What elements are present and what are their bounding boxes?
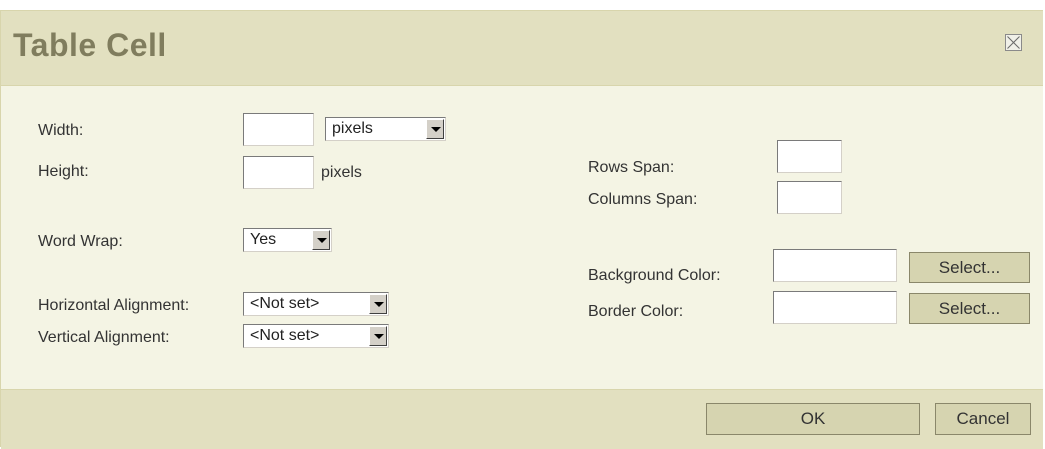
border-color-input[interactable] — [773, 291, 897, 324]
word-wrap-label: Word Wrap: — [38, 233, 123, 250]
border-color-select-button[interactable]: Select... — [909, 293, 1030, 324]
width-unit-select[interactable]: pixels — [325, 117, 446, 141]
ok-button[interactable]: OK — [706, 403, 920, 435]
chevron-down-icon — [369, 326, 387, 346]
close-icon[interactable] — [1005, 34, 1022, 51]
background-color-label: Background Color: — [588, 267, 721, 284]
chevron-down-icon — [312, 230, 330, 250]
height-label: Height: — [38, 163, 89, 180]
vertical-alignment-label: Vertical Alignment: — [38, 329, 170, 346]
dialog-title: Table Cell — [13, 27, 167, 63]
table-cell-dialog: Table Cell Width: pixels Height: pixels … — [0, 10, 1043, 449]
vertical-alignment-value: <Not set> — [250, 327, 320, 344]
word-wrap-value: Yes — [250, 231, 277, 248]
horizontal-alignment-select[interactable]: <Not set> — [243, 292, 389, 316]
chevron-down-icon — [426, 119, 444, 139]
horizontal-alignment-label: Horizontal Alignment: — [38, 297, 190, 314]
height-unit-label: pixels — [321, 164, 362, 181]
dialog-footer: OK Cancel — [1, 389, 1043, 449]
chevron-down-icon — [369, 294, 387, 314]
word-wrap-select[interactable]: Yes — [243, 228, 332, 252]
cancel-button[interactable]: Cancel — [935, 403, 1031, 435]
horizontal-alignment-value: <Not set> — [250, 295, 320, 312]
background-color-select-button[interactable]: Select... — [909, 252, 1030, 283]
rows-span-label: Rows Span: — [588, 159, 675, 176]
columns-span-input[interactable] — [777, 181, 842, 214]
width-label: Width: — [38, 122, 84, 139]
background-color-input[interactable] — [773, 249, 897, 282]
columns-span-label: Columns Span: — [588, 191, 698, 208]
width-input[interactable] — [243, 113, 314, 146]
rows-span-input[interactable] — [777, 140, 842, 173]
dialog-titlebar: Table Cell — [1, 11, 1043, 86]
height-input[interactable] — [243, 156, 314, 189]
border-color-label: Border Color: — [588, 303, 684, 320]
width-unit-value: pixels — [332, 120, 373, 137]
vertical-alignment-select[interactable]: <Not set> — [243, 324, 389, 348]
